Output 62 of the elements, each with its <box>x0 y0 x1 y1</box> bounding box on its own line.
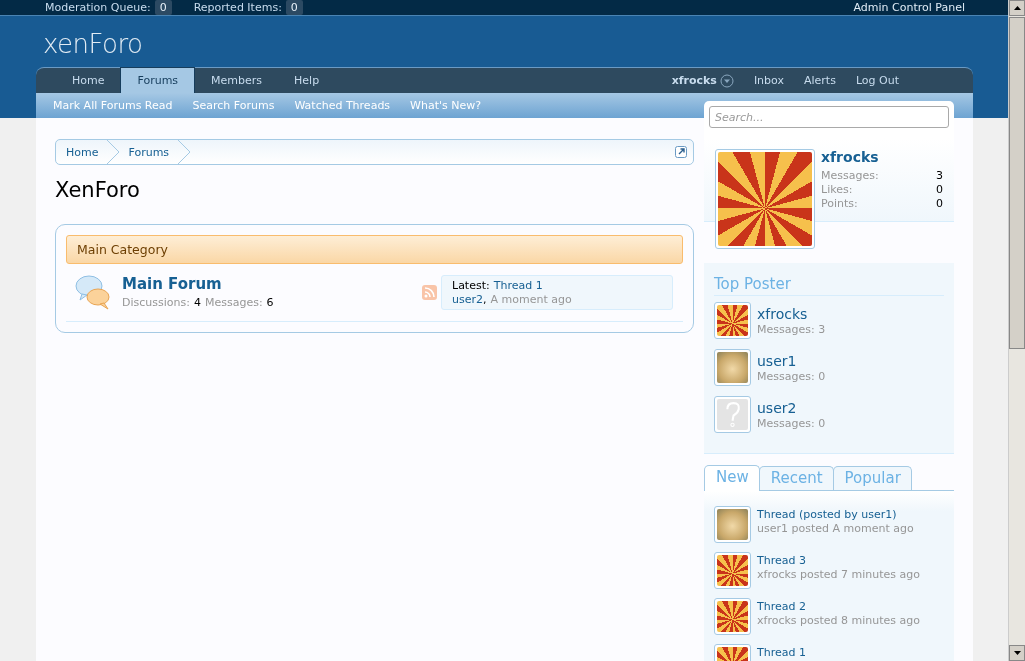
nav-link[interactable]: Inbox <box>753 74 784 87</box>
nav-tab[interactable]: Home <box>56 68 121 93</box>
count-badge: 0 <box>154 0 172 15</box>
page-title: XenForo <box>55 178 141 202</box>
user-stat: Messages: 3 <box>757 322 826 336</box>
thread-link[interactable]: Thread 3 <box>757 554 920 567</box>
stat-value: 6 <box>266 296 274 309</box>
thread-meta: user1 posted A moment ago <box>757 522 914 535</box>
stat-label: Messages: <box>204 296 263 309</box>
thread-link[interactable]: Thread (posted by user1) <box>757 508 914 521</box>
moderation-link[interactable]: Moderation Queue: <box>45 1 151 14</box>
thread-meta: xfrocks posted 8 minutes ago <box>757 614 920 627</box>
user-name[interactable]: user1 <box>757 352 826 369</box>
arrow-up-icon[interactable] <box>1013 6 1021 10</box>
thread-link[interactable]: Thread 1 <box>757 646 806 659</box>
stat-value: 3 <box>936 169 943 182</box>
dropdown-icon <box>719 73 734 88</box>
nav-link[interactable]: Log Out <box>855 74 899 87</box>
nav-link[interactable]: Alerts <box>804 74 836 87</box>
separator: , <box>483 292 487 306</box>
nav-tab[interactable]: Members <box>195 68 279 93</box>
breadcrumb-link[interactable]: Home <box>66 140 121 164</box>
thread-link[interactable]: Thread 1 <box>493 278 543 292</box>
avatar-picture <box>717 555 748 586</box>
avatar-picture <box>717 601 748 632</box>
latest-label: Latest: <box>452 278 490 292</box>
post-time: A moment ago <box>490 292 572 306</box>
logo[interactable]: xenForo <box>0 16 143 54</box>
user-stat: Messages: 0 <box>757 369 826 383</box>
avatar-picture <box>717 305 748 336</box>
user-menu[interactable]: xfrocks <box>671 73 734 88</box>
user-name[interactable]: user2 <box>757 399 826 416</box>
forum-title[interactable]: Main Forum <box>122 275 274 293</box>
speech-bubbles-icon <box>74 273 112 311</box>
stat-value: 0 <box>936 197 943 210</box>
arrow-down-icon[interactable] <box>1013 651 1021 655</box>
stat-label: Likes: <box>821 183 853 196</box>
user-link[interactable]: user2 <box>452 292 483 306</box>
thread-meta: xfrocks posted 7 minutes ago <box>757 568 920 581</box>
stat-label: Discussions: <box>122 296 190 309</box>
stat-value: 0 <box>936 183 943 196</box>
nav-tab[interactable]: Help <box>278 68 336 93</box>
search-field[interactable]: Search... <box>709 106 949 128</box>
nav-tab[interactable]: Forums <box>120 67 196 93</box>
user-name[interactable]: xfrocks <box>757 305 826 322</box>
scrollbar[interactable] <box>1008 0 1025 661</box>
stat-value: 4 <box>193 296 201 309</box>
thread-link[interactable]: Thread 2 <box>757 600 920 613</box>
category-header[interactable]: Main Category <box>66 235 683 264</box>
moderation-link[interactable]: Reported Items: <box>193 1 282 14</box>
user-name[interactable]: xfrocks <box>821 149 943 165</box>
section-heading: Top Poster <box>714 275 944 296</box>
default-avatar-icon <box>717 399 748 430</box>
popup-icon[interactable] <box>675 146 687 158</box>
photo-placeholder <box>717 352 748 383</box>
stat-label: Points: <box>821 197 858 210</box>
stat-label: Messages: <box>821 169 879 182</box>
breadcrumb-link[interactable]: Forums <box>128 140 192 164</box>
user-stat: Messages: 0 <box>757 416 826 430</box>
count-badge: 0 <box>285 0 303 15</box>
admin-link[interactable]: Admin Control Panel <box>853 1 965 14</box>
photo-placeholder <box>717 509 748 540</box>
